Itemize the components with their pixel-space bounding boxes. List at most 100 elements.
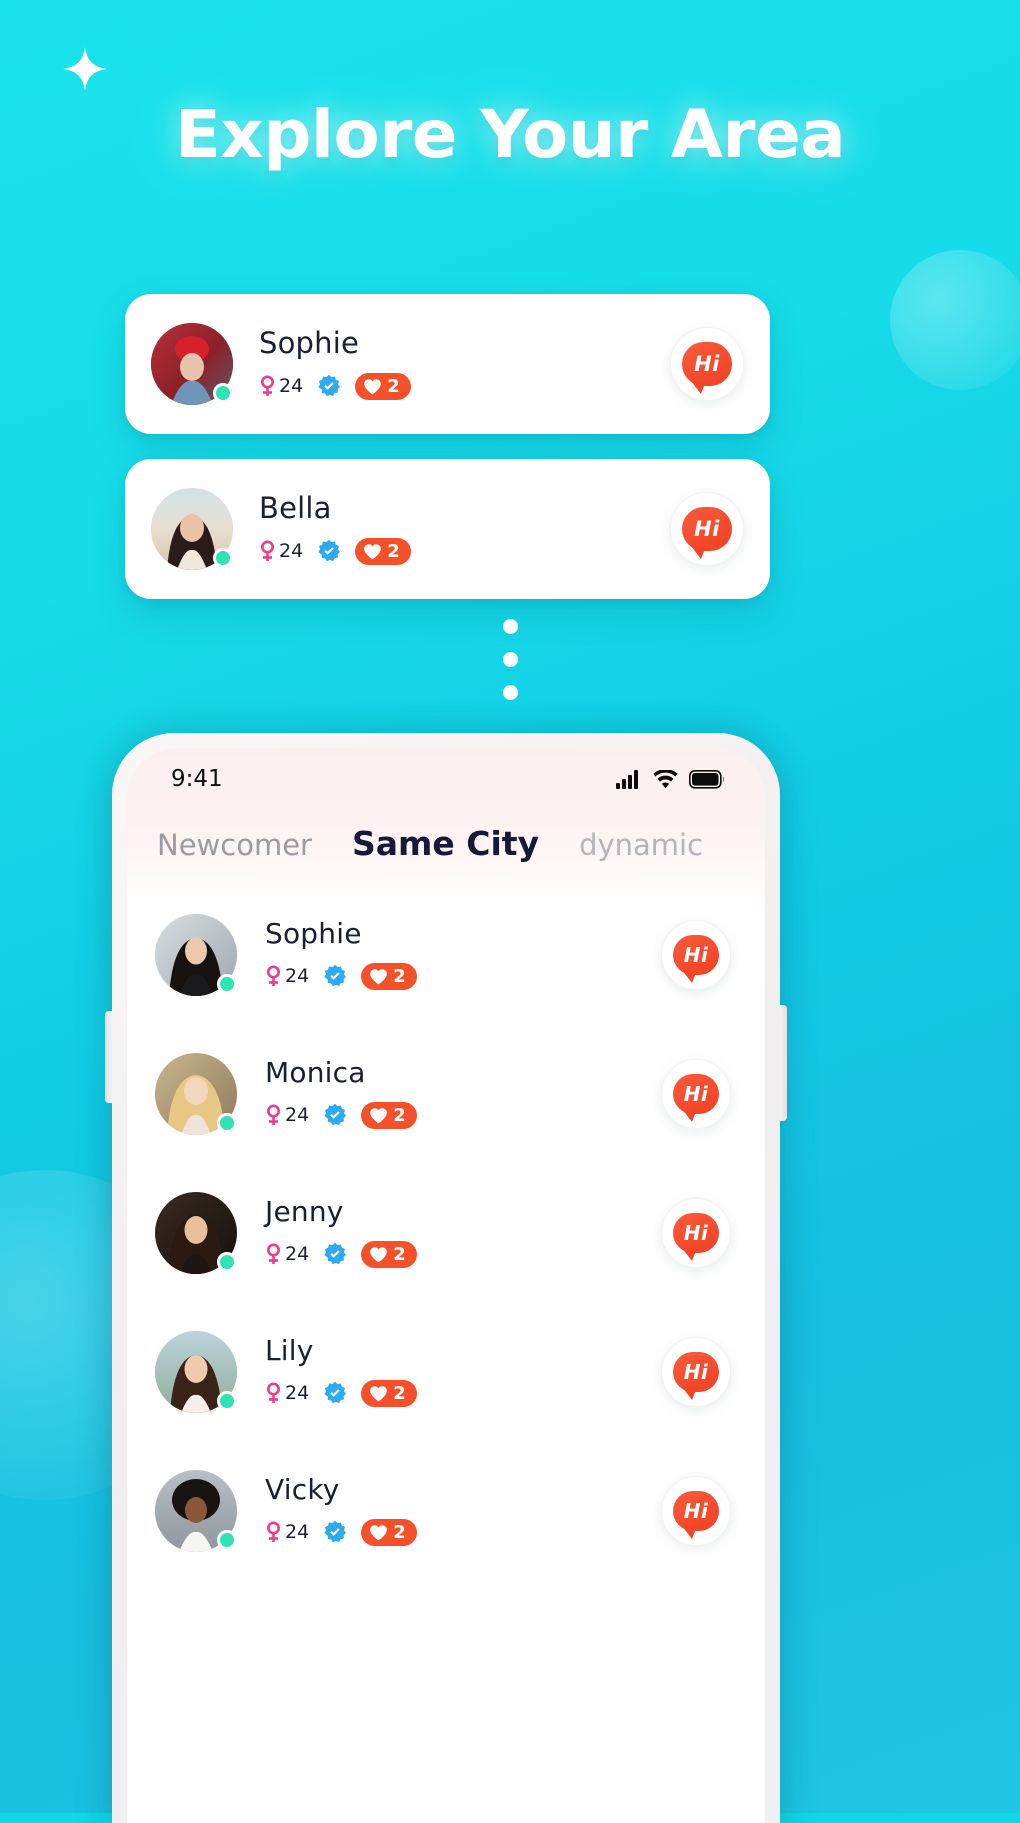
dot: [502, 619, 518, 634]
tab-same-city[interactable]: Same City: [352, 824, 539, 863]
phone-volume-button: [105, 1011, 113, 1103]
online-status-dot: [217, 1390, 237, 1411]
say-hi-label: Hi: [694, 517, 720, 541]
verified-badge-icon: [318, 375, 341, 397]
likes-count: 2: [387, 375, 400, 397]
age-badge: 24: [265, 965, 309, 987]
female-icon: [261, 540, 274, 562]
say-hi-button[interactable]: Hi: [661, 1197, 731, 1268]
verified-badge-icon: [324, 965, 347, 987]
online-status-dot: [213, 383, 233, 403]
list-item[interactable]: Sophie 24 2 Hi: [127, 885, 765, 1024]
speech-bubble-icon: Hi: [673, 1490, 719, 1539]
age-value: 24: [285, 1382, 310, 1405]
heart-icon: [364, 379, 381, 395]
profile-badges: 24 2: [265, 962, 661, 990]
background-bubble-top-right: [890, 250, 1020, 390]
female-icon: [267, 1104, 280, 1126]
list-item[interactable]: Vicky 24 2 Hi: [127, 1441, 765, 1580]
avatar: [155, 1052, 237, 1135]
age-badge: 24: [259, 375, 303, 397]
status-icons: [616, 769, 725, 789]
floating-profile-card[interactable]: Bella 24 2 Hi: [125, 459, 770, 599]
say-hi-label: Hi: [683, 1220, 709, 1245]
likes-badge: 2: [361, 1101, 417, 1129]
say-hi-label: Hi: [683, 942, 709, 967]
profile-name: Monica: [265, 1056, 366, 1090]
profile-info: Vicky 24 2: [265, 1473, 661, 1546]
say-hi-label: Hi: [683, 1498, 709, 1523]
phone-mockup: 9:41 Newcomer Same City dynamic Sophie 2…: [105, 733, 787, 1823]
likes-count: 2: [393, 965, 406, 987]
scroll-indicator-dots: [0, 619, 1020, 700]
list-item[interactable]: Lily 24 2 Hi: [127, 1302, 765, 1441]
female-icon: [267, 1243, 280, 1265]
likes-count: 2: [387, 540, 400, 562]
profile-list: Sophie 24 2 Hi Monica 24 2 Hi Jenny 24 2…: [127, 885, 765, 1580]
profile-badges: 24 2: [259, 537, 670, 565]
heart-icon: [370, 1525, 387, 1541]
age-value: 24: [285, 965, 310, 988]
avatar: [155, 1330, 237, 1413]
verified-badge-icon: [318, 540, 341, 562]
profile-info: Lily 24 2: [265, 1335, 661, 1407]
online-status-dot: [217, 1112, 237, 1133]
heart-icon: [370, 1247, 387, 1263]
profile-info: Sophie 24 2: [265, 918, 661, 990]
tab-bar: Newcomer Same City dynamic: [127, 810, 765, 885]
likes-badge: 2: [361, 962, 417, 990]
avatar: [151, 323, 233, 405]
say-hi-label: Hi: [683, 1081, 709, 1106]
age-badge: 24: [265, 1243, 309, 1265]
likes-badge: 2: [361, 1240, 417, 1268]
avatar: [155, 1191, 237, 1274]
online-status-dot: [213, 548, 233, 568]
avatar: [155, 913, 237, 996]
likes-count: 2: [393, 1521, 406, 1543]
list-item[interactable]: Monica 24 2 Hi: [127, 1024, 765, 1163]
likes-count: 2: [393, 1382, 406, 1404]
heart-icon: [370, 1108, 387, 1124]
online-status-dot: [217, 973, 237, 994]
online-status-dot: [217, 1251, 237, 1272]
profile-badges: 24 2: [259, 372, 670, 400]
profile-name: Vicky: [265, 1473, 340, 1507]
heart-icon: [364, 544, 381, 560]
heart-icon: [370, 969, 387, 985]
heart-icon: [370, 1386, 387, 1402]
female-icon: [267, 965, 280, 987]
say-hi-button[interactable]: Hi: [661, 1336, 731, 1407]
say-hi-button[interactable]: Hi: [661, 1475, 731, 1546]
tab-dynamic[interactable]: dynamic: [579, 828, 703, 862]
floating-profile-card[interactable]: Sophie 24 2 Hi: [125, 294, 770, 434]
age-value: 24: [279, 375, 304, 398]
age-badge: 24: [265, 1382, 309, 1404]
say-hi-label: Hi: [694, 352, 720, 376]
speech-bubble-icon: Hi: [673, 1351, 719, 1400]
profile-badges: 24 2: [265, 1101, 661, 1129]
speech-bubble-icon: Hi: [682, 507, 732, 559]
age-value: 24: [285, 1243, 310, 1266]
say-hi-button[interactable]: Hi: [661, 919, 731, 990]
status-bar: 9:41: [127, 748, 765, 810]
say-hi-button[interactable]: Hi: [670, 492, 744, 566]
list-item[interactable]: Jenny 24 2 Hi: [127, 1163, 765, 1302]
say-hi-button[interactable]: Hi: [661, 1058, 731, 1129]
age-value: 24: [285, 1521, 310, 1544]
profile-name: Bella: [259, 491, 332, 526]
page-title: Explore Your Area: [174, 96, 846, 173]
say-hi-button[interactable]: Hi: [670, 327, 744, 401]
avatar: [151, 488, 233, 570]
age-badge: 24: [265, 1521, 309, 1543]
wifi-icon: [653, 769, 678, 788]
likes-badge: 2: [355, 537, 411, 565]
cellular-signal-icon: [616, 769, 638, 789]
verified-badge-icon: [324, 1521, 347, 1543]
dot: [502, 652, 518, 667]
profile-info: Bella 24 2: [259, 491, 670, 565]
tab-newcomer[interactable]: Newcomer: [157, 828, 312, 862]
avatar: [155, 1469, 237, 1552]
verified-badge-icon: [324, 1382, 347, 1404]
profile-info: Sophie 24 2: [259, 327, 670, 400]
profile-name: Jenny: [265, 1195, 344, 1229]
